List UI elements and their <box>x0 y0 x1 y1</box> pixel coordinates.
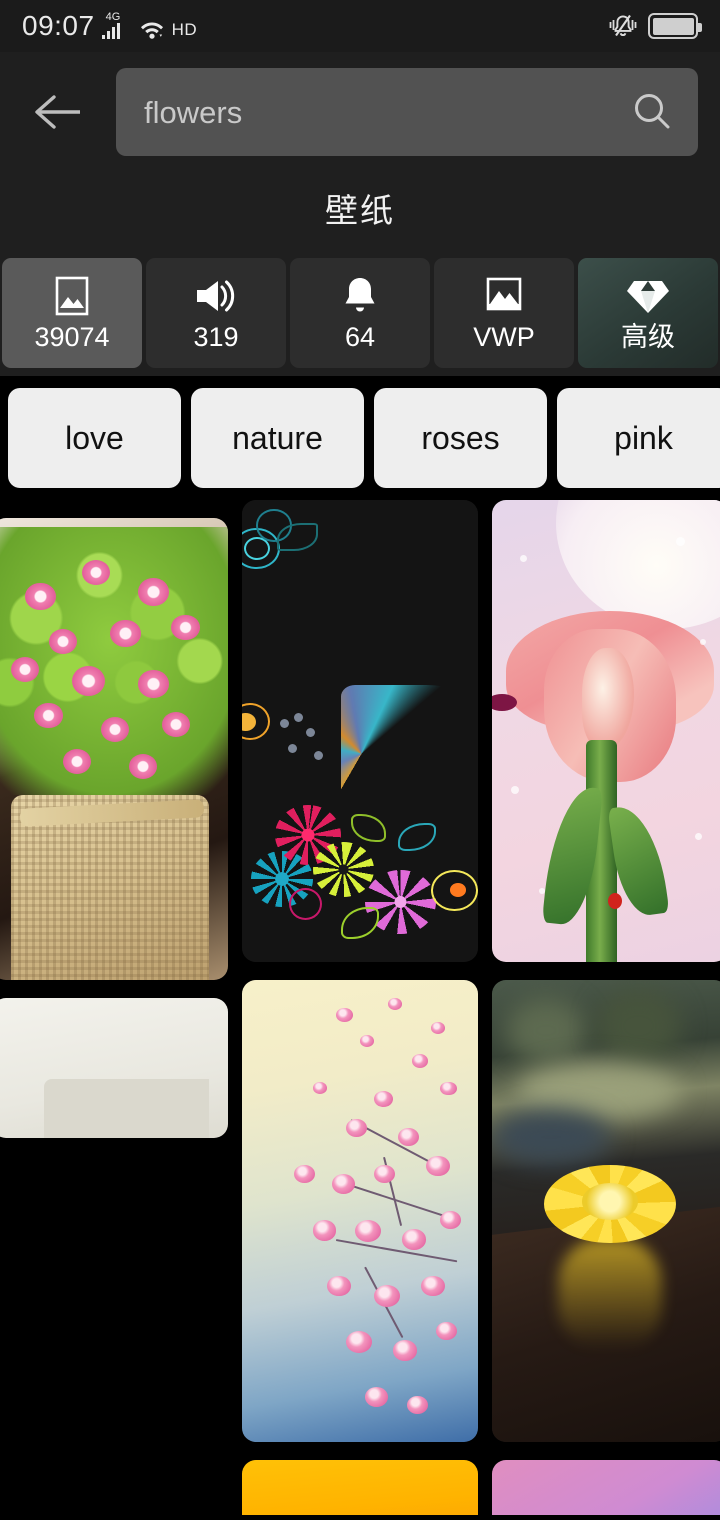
status-time: 09:07 <box>22 10 95 41</box>
chip-roses[interactable]: roses <box>374 388 547 488</box>
diamond-icon <box>625 275 671 317</box>
tab-notifications-label: 64 <box>344 322 376 352</box>
tab-notifications[interactable]: 64 <box>290 258 430 368</box>
wallpaper-card-cream-minimal-wallpaper[interactable] <box>0 998 228 1138</box>
chip-pink[interactable]: pink <box>557 388 720 488</box>
wallpaper-grid[interactable] <box>0 500 720 1515</box>
chip-nature[interactable]: nature <box>191 388 364 488</box>
wallpaper-thumbnail <box>242 1460 478 1515</box>
wallpaper-column-1 <box>0 500 228 1515</box>
wallpaper-card-pink-calla-lily-with-moon[interactable] <box>492 500 720 962</box>
chip-love[interactable]: love <box>8 388 181 488</box>
search-header: flowers 壁纸 39074 319 64 VWP 高级 <box>0 52 720 376</box>
tab-premium[interactable]: 高级 <box>578 258 718 368</box>
wallpaper-thumbnail <box>242 980 478 1442</box>
chip-label: roses <box>421 419 500 456</box>
search-input-value: flowers <box>144 96 243 128</box>
wallpaper-card-neon-floral-art-on-black[interactable] <box>242 500 478 962</box>
page-title: 壁纸 <box>325 192 395 229</box>
status-bar-right <box>608 12 702 40</box>
search-input[interactable]: flowers <box>116 68 698 156</box>
wallpaper-card-pink-purple-gradient-wallpaper[interactable] <box>492 1460 720 1515</box>
suggestion-chip-row[interactable]: love nature roses pink <box>0 376 720 500</box>
image-icon <box>52 275 92 317</box>
wallpaper-card-pink-blossom-branch[interactable] <box>242 980 478 1442</box>
wallpaper-card-yellow-flower-on-wood[interactable] <box>492 980 720 1442</box>
search-icon[interactable] <box>630 90 674 134</box>
vibrate-icon <box>608 12 637 40</box>
wallpaper-thumbnail <box>0 518 228 980</box>
search-row: flowers <box>0 62 720 162</box>
speaker-icon <box>192 275 240 317</box>
back-arrow-icon[interactable] <box>26 82 86 142</box>
battery-icon <box>648 13 702 39</box>
wallpaper-thumbnail <box>242 500 478 962</box>
tab-vwp[interactable]: VWP <box>434 258 574 368</box>
chip-label: love <box>65 419 124 456</box>
wallpaper-thumbnail <box>492 500 720 962</box>
wifi-icon <box>139 18 165 40</box>
tab-images-label: 39074 <box>34 322 110 352</box>
tab-images[interactable]: 39074 <box>2 258 142 368</box>
wallpaper-thumbnail <box>0 998 228 1138</box>
tab-vwp-label: VWP <box>473 322 535 352</box>
status-bar: 09:07 4G HD <box>0 0 720 52</box>
wallpaper-thumbnail <box>492 980 720 1442</box>
network-type-label: 4G <box>105 11 121 23</box>
status-bar-left: 09:07 4G HD <box>22 12 197 40</box>
wallpaper-column-2 <box>242 500 478 1515</box>
chip-label: pink <box>614 419 673 456</box>
wallpaper-card-pink-flowers-in-burlap-pot[interactable] <box>0 518 228 980</box>
landscape-icon <box>482 275 526 317</box>
tab-ringtones-label: 319 <box>193 322 239 352</box>
bell-icon <box>340 275 380 317</box>
tab-premium-label: 高级 <box>621 322 675 352</box>
tab-ringtones[interactable]: 319 <box>146 258 286 368</box>
wallpaper-column-3 <box>492 500 720 1515</box>
type-tab-bar: 39074 319 64 VWP 高级 <box>0 258 720 376</box>
signal-bars-icon: 4G <box>101 11 132 40</box>
wallpaper-thumbnail <box>492 1460 720 1515</box>
hd-icon: HD <box>171 20 198 39</box>
chip-label: nature <box>232 419 323 456</box>
wallpaper-card-yellow-orange-gradient-wallpaper[interactable] <box>242 1460 478 1515</box>
